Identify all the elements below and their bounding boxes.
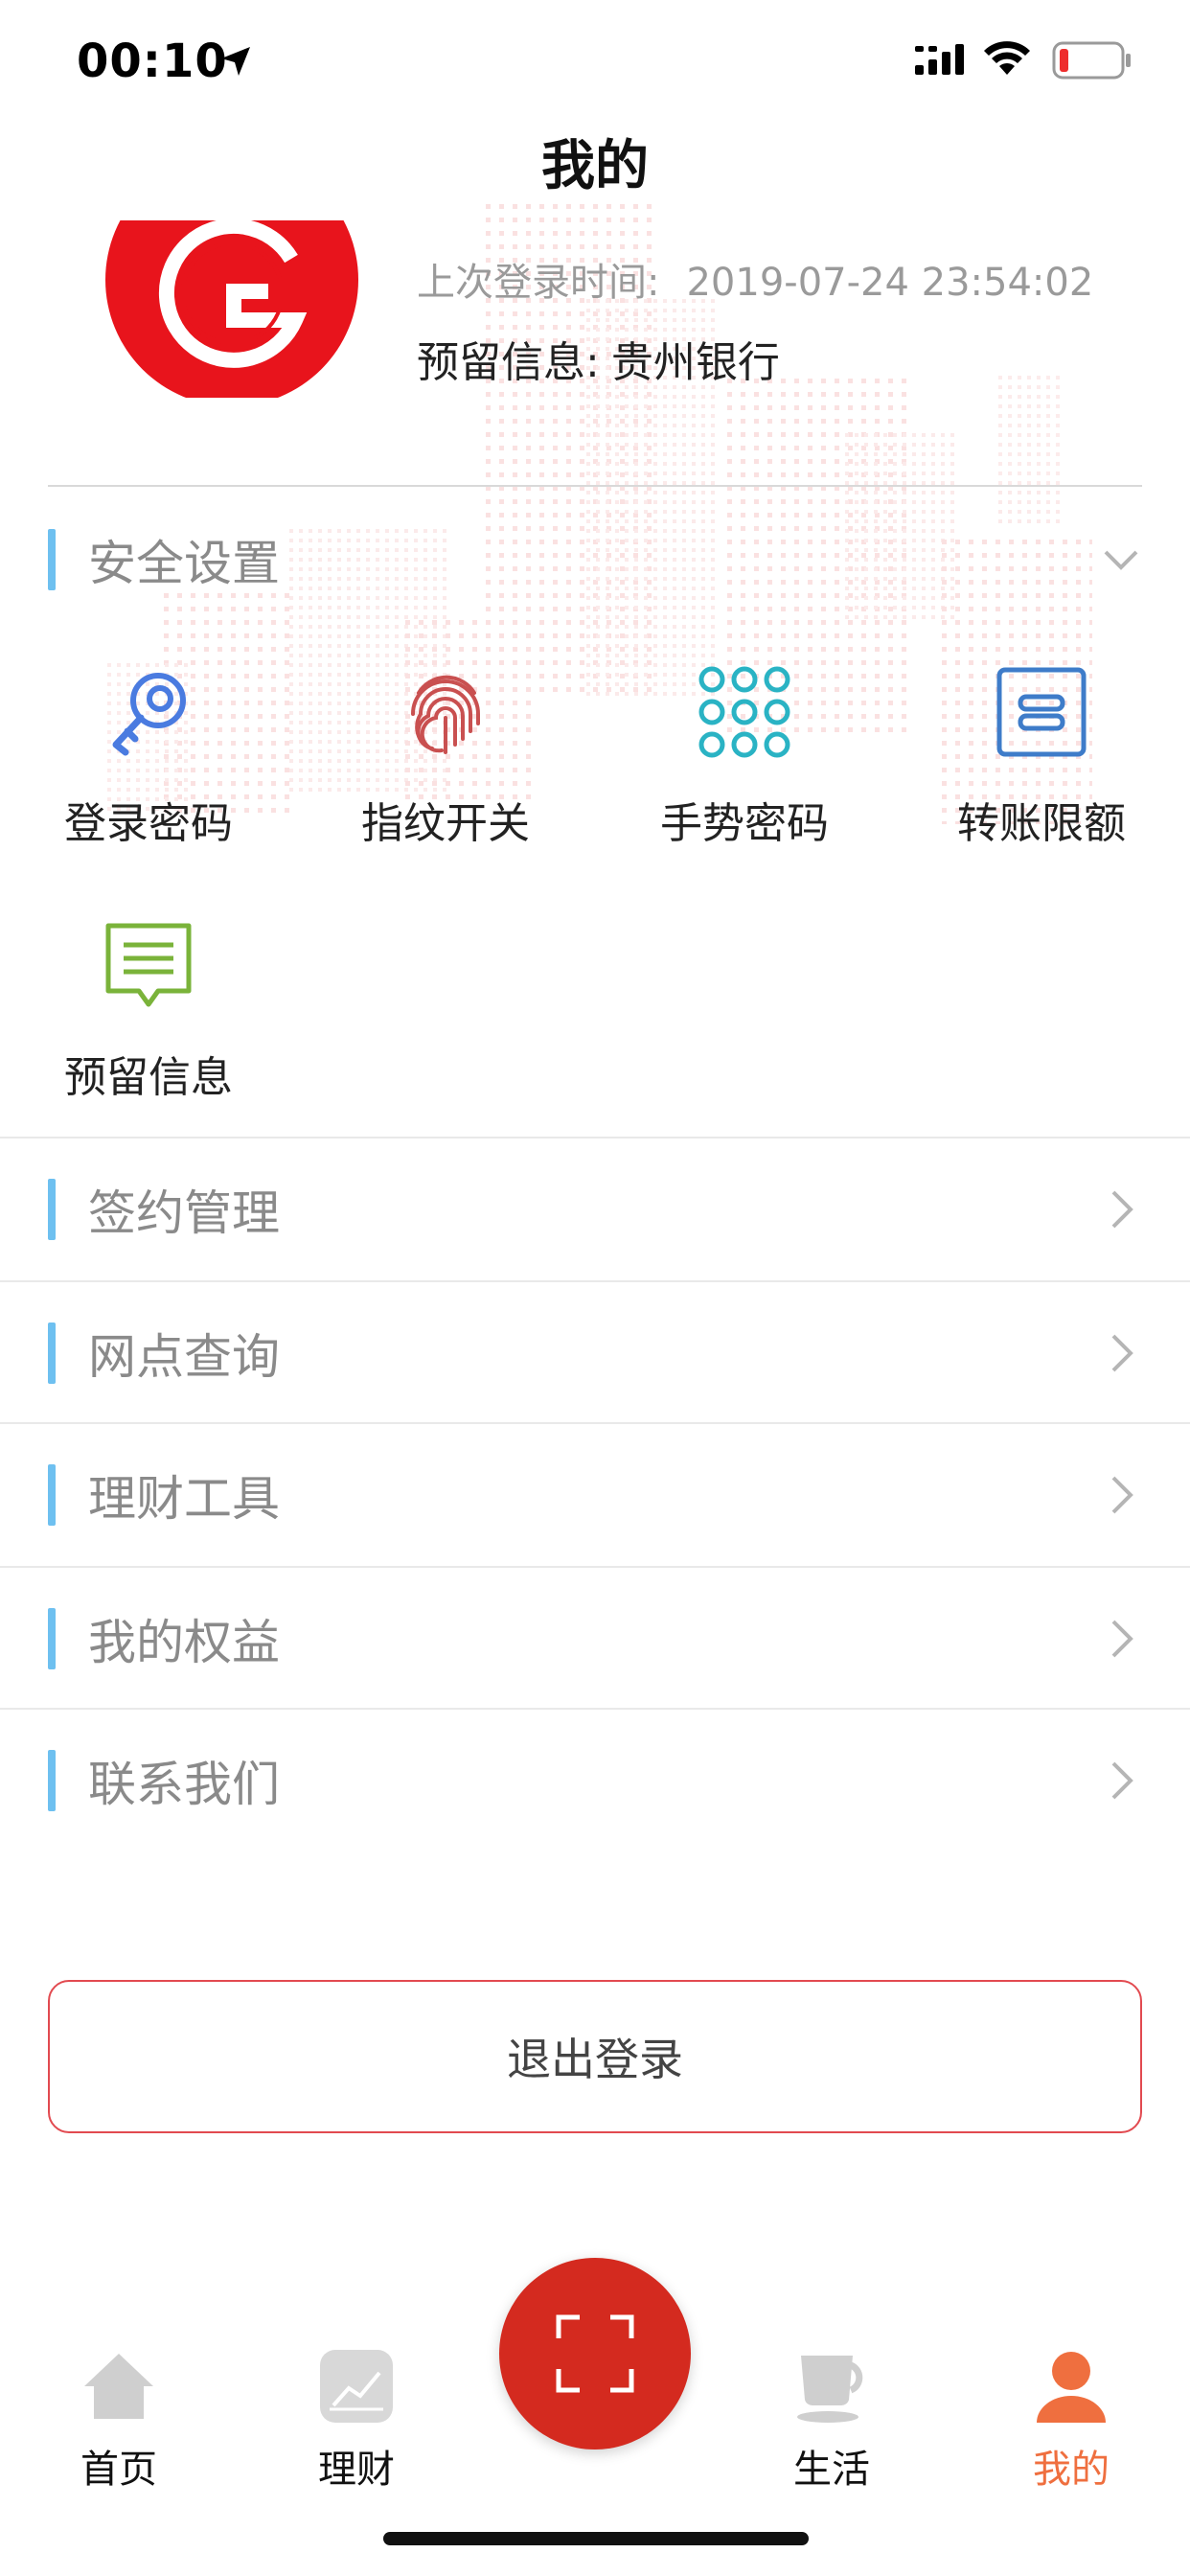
- home-icon: [84, 2354, 153, 2419]
- gesture-grid-icon: [698, 666, 790, 758]
- section-accent-bar: [48, 1608, 56, 1669]
- reserved-info-value: 贵州银行: [610, 338, 780, 387]
- menu-row-contract-management[interactable]: 签约管理: [0, 1138, 1190, 1280]
- menu-row-my-benefits[interactable]: 我的权益: [0, 1568, 1190, 1710]
- status-time: 00:10: [77, 34, 228, 88]
- section-security-settings[interactable]: 安全设置: [0, 489, 1190, 631]
- scan-button[interactable]: [499, 2258, 691, 2450]
- reserved-info-line: 预留信息: 贵州银行: [417, 328, 780, 389]
- page-title: 我的: [541, 135, 649, 197]
- security-item-login-password[interactable]: 登录密码: [29, 664, 268, 850]
- section-label: 安全设置: [88, 536, 280, 591]
- fingerprint-icon: [411, 675, 480, 754]
- tab-label: 理财: [318, 2448, 395, 2492]
- security-item-label: 手势密码: [660, 799, 829, 848]
- menu-row-label: 理财工具: [88, 1471, 280, 1527]
- menu-row-contact-us[interactable]: 联系我们: [0, 1710, 1190, 1852]
- menu-row-label: 签约管理: [88, 1185, 280, 1241]
- home-indicator: [383, 2532, 809, 2545]
- coffee-cup-icon: [797, 2356, 863, 2423]
- security-item-label: 预留信息: [64, 1053, 233, 1102]
- security-item-label: 登录密码: [64, 799, 233, 848]
- tab-label: 我的: [1033, 2448, 1110, 2492]
- last-login-value: 2019-07-24 23:54:02: [686, 261, 1094, 305]
- scan-icon: [556, 2314, 634, 2393]
- user-icon: [1037, 2352, 1106, 2423]
- reserved-info-label: 预留信息:: [417, 338, 600, 387]
- menu-row-label: 联系我们: [88, 1757, 280, 1812]
- security-item-gesture-password[interactable]: 手势密码: [625, 664, 864, 850]
- tab-home[interactable]: 首页: [33, 2346, 205, 2494]
- menu-row-label: 我的权益: [88, 1615, 280, 1670]
- chevron-down-icon[interactable]: [1102, 539, 1140, 581]
- last-login-label: 上次登录时间:: [417, 261, 660, 305]
- section-accent-bar: [48, 1179, 56, 1240]
- tab-finance[interactable]: 理财: [270, 2346, 443, 2494]
- transfer-limit-icon: [996, 667, 1087, 757]
- section-accent-bar: [48, 1464, 56, 1526]
- key-icon: [112, 673, 186, 756]
- message-icon: [105, 923, 192, 1007]
- tab-label: 首页: [80, 2448, 157, 2492]
- divider: [48, 485, 1142, 487]
- chevron-right-icon: [1111, 1761, 1133, 1800]
- tab-mine[interactable]: 我的: [985, 2346, 1157, 2494]
- screen: 00:10 我的 上次登录时间: 2019-07-24 23:54:02 预留信…: [0, 0, 1190, 2576]
- tab-life[interactable]: 生活: [745, 2346, 918, 2494]
- section-accent-bar: [48, 1322, 56, 1384]
- chevron-right-icon: [1111, 1620, 1133, 1658]
- wifi-icon: [984, 41, 1030, 75]
- security-item-label: 转账限额: [957, 799, 1126, 848]
- status-bar: 00:10: [0, 0, 1190, 125]
- chevron-right-icon: [1111, 1190, 1133, 1229]
- security-item-label: 指纹开关: [361, 799, 530, 848]
- last-login-time: 上次登录时间: 2019-07-24 23:54:02: [417, 251, 1093, 307]
- location-arrow-icon: [221, 47, 250, 76]
- security-item-transfer-limit[interactable]: 转账限额: [922, 664, 1161, 850]
- menu-row-finance-tools[interactable]: 理财工具: [0, 1424, 1190, 1566]
- tab-label: 生活: [793, 2448, 870, 2492]
- section-accent-bar: [48, 1750, 56, 1811]
- chevron-right-icon: [1111, 1334, 1133, 1372]
- bank-logo-avatar: [105, 220, 358, 398]
- chevron-right-icon: [1111, 1476, 1133, 1514]
- security-item-reserved-info[interactable]: 预留信息: [29, 918, 268, 1104]
- section-accent-bar: [48, 529, 56, 590]
- battery-low-icon: [1052, 41, 1131, 80]
- menu-row-label: 网点查询: [88, 1329, 280, 1385]
- chart-icon: [320, 2350, 393, 2423]
- logout-button[interactable]: 退出登录: [48, 1980, 1142, 2133]
- signal-icon: [915, 44, 964, 75]
- security-item-fingerprint[interactable]: 指纹开关: [326, 664, 565, 850]
- menu-row-branch-query[interactable]: 网点查询: [0, 1282, 1190, 1424]
